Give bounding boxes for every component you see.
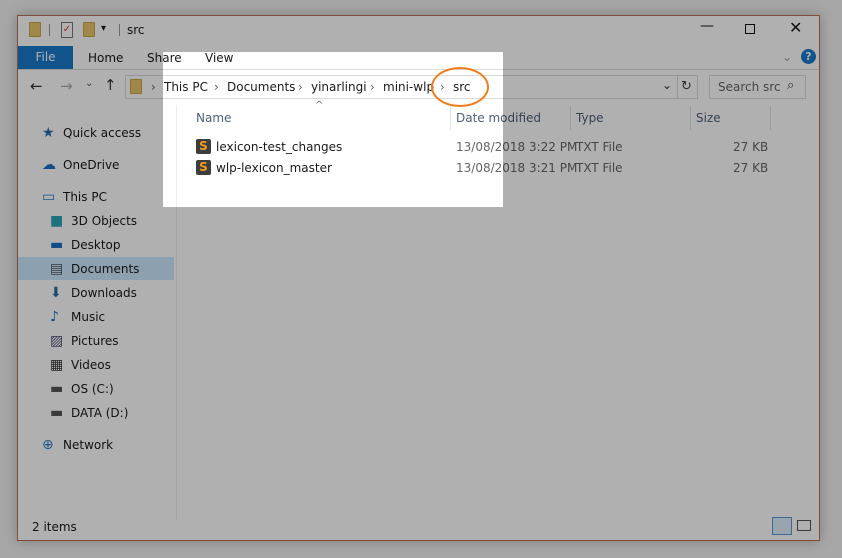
sort-ascending-icon: ^ [315,100,324,111]
network-icon: ⊕ [42,437,54,453]
sidebar-item-label: DATA (D:) [71,406,129,420]
sidebar-item-label: Pictures [71,334,119,348]
back-button[interactable]: ← [30,77,43,95]
music-icon: ♪ [50,309,59,325]
tab-file[interactable]: File [18,46,73,69]
column-name[interactable]: Name [196,111,231,125]
breadcrumb-mini-wlp[interactable]: mini-wlp [383,80,434,94]
sidebar-item-label: Downloads [71,286,137,300]
status-item-count: 2 items [32,520,77,534]
breadcrumb-this-pc[interactable]: This PC [164,80,208,94]
sidebar-item-label: Quick access [63,126,142,140]
file-size: 27 KB [733,140,769,154]
details-view-button[interactable] [772,517,792,535]
sidebar-item-label: Music [71,310,106,324]
sidebar-item-label: Network [63,438,114,452]
computer-icon: ▭ [42,189,56,205]
file-date: 13/08/2018 3:21 PM [456,161,578,175]
file-name[interactable]: wlp-lexicon_master [216,161,332,175]
forward-button[interactable]: → [60,77,73,95]
file-size: 27 KB [733,161,769,175]
window-title: src [127,23,145,37]
folder-icon [130,79,142,94]
sidebar-item-label: Documents [71,262,140,276]
column-size[interactable]: Size [696,111,721,125]
cloud-icon: ☁ [42,157,56,173]
folder-icon [29,22,41,37]
highlight-circle [431,67,489,107]
sidebar-item-label: OneDrive [63,158,120,172]
drive-icon: ▬ [50,405,64,421]
up-button[interactable]: ↑ [104,76,117,94]
file-name[interactable]: lexicon-test_changes [216,140,342,154]
search-icon[interactable]: ⌕ [787,78,794,93]
customize-toolbar-icon[interactable]: ▾ [101,23,106,34]
video-icon: ▦ [50,357,64,373]
help-icon[interactable]: ? [801,49,816,64]
sublime-text-icon: S [196,139,211,154]
download-icon: ⬇ [50,285,62,301]
tab-view[interactable]: View [205,51,233,65]
desktop-icon: ▬ [50,237,64,253]
refresh-button[interactable]: ↻ [681,79,692,94]
document-icon: ▤ [50,261,64,277]
sidebar-item-label: Desktop [71,238,121,252]
sidebar-item-label: OS (C:) [71,382,114,396]
file-type: TXT File [576,140,623,154]
column-date-modified[interactable]: Date modified [456,111,541,125]
sidebar-item-label: Videos [71,358,111,372]
breadcrumb-yinarlingi[interactable]: yinarlingi [311,80,367,94]
tab-share[interactable]: Share [147,51,182,65]
tab-home[interactable]: Home [88,51,123,65]
recent-locations-icon[interactable]: ⌄ [85,78,93,89]
star-icon: ★ [42,125,55,141]
expand-ribbon-icon[interactable]: ⌄ [782,50,792,64]
cube-icon: ■ [50,213,64,229]
column-type[interactable]: Type [576,111,604,125]
sublime-text-icon: S [196,160,211,175]
file-date: 13/08/2018 3:22 PM [456,140,578,154]
large-icons-view-button[interactable] [797,520,811,531]
picture-icon: ▨ [50,333,64,349]
minimize-button[interactable]: — [700,18,714,34]
file-type: TXT File [576,161,623,175]
address-dropdown-icon[interactable]: ⌄ [662,78,672,92]
sidebar-item-label: This PC [63,190,107,204]
search-input[interactable]: Search src [718,80,781,94]
maximize-button[interactable] [745,24,755,34]
properties-icon[interactable]: ✓ [61,22,73,38]
breadcrumb-documents[interactable]: Documents [227,80,295,94]
drive-icon: ▬ [50,381,64,397]
sidebar-item-label: 3D Objects [71,214,138,228]
close-button[interactable]: ✕ [789,18,802,37]
new-folder-icon[interactable] [83,22,95,37]
